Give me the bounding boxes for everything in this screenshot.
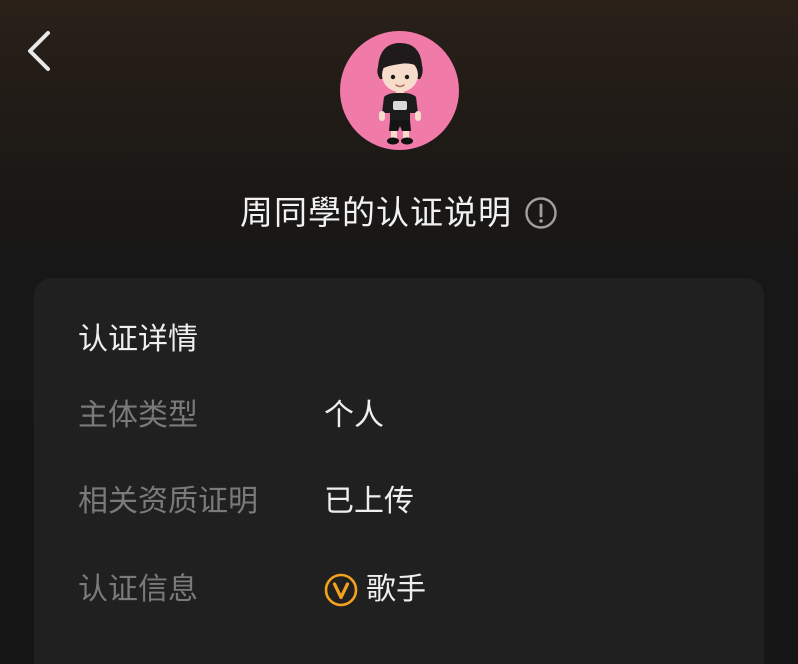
title-row: 周同學的认证说明	[0, 190, 798, 236]
row-value-text: 个人	[324, 398, 384, 433]
detail-row-subject-type: 主体类型 个人	[78, 396, 718, 436]
chevron-left-icon	[28, 31, 50, 71]
detail-row-certification-info: 认证信息 歌手	[78, 570, 718, 610]
section-title: 认证详情	[78, 322, 198, 357]
certification-screen: 周同學的认证说明 认证详情 主体类型 个人 相关资质证明 已上传 认证信息 歌手	[0, 0, 798, 664]
v-verified-badge-icon	[324, 573, 358, 607]
cartoon-boy-avatar-icon	[377, 43, 423, 145]
row-value: 个人	[324, 396, 384, 436]
avatar[interactable]	[340, 31, 459, 150]
row-label: 主体类型	[78, 398, 198, 433]
row-label: 认证信息	[78, 572, 198, 607]
page-title: 周同學的认证说明	[240, 193, 512, 232]
row-value: 歌手	[324, 570, 426, 610]
row-value-text: 歌手	[366, 572, 426, 607]
row-label: 相关资质证明	[78, 484, 258, 519]
certification-details-card: 认证详情 主体类型 个人 相关资质证明 已上传 认证信息 歌手	[34, 278, 764, 664]
detail-row-qualification: 相关资质证明 已上传	[78, 482, 718, 522]
row-value-text: 已上传	[324, 484, 414, 519]
row-value: 已上传	[324, 482, 414, 522]
back-button[interactable]	[18, 26, 62, 74]
info-icon[interactable]	[524, 196, 558, 230]
